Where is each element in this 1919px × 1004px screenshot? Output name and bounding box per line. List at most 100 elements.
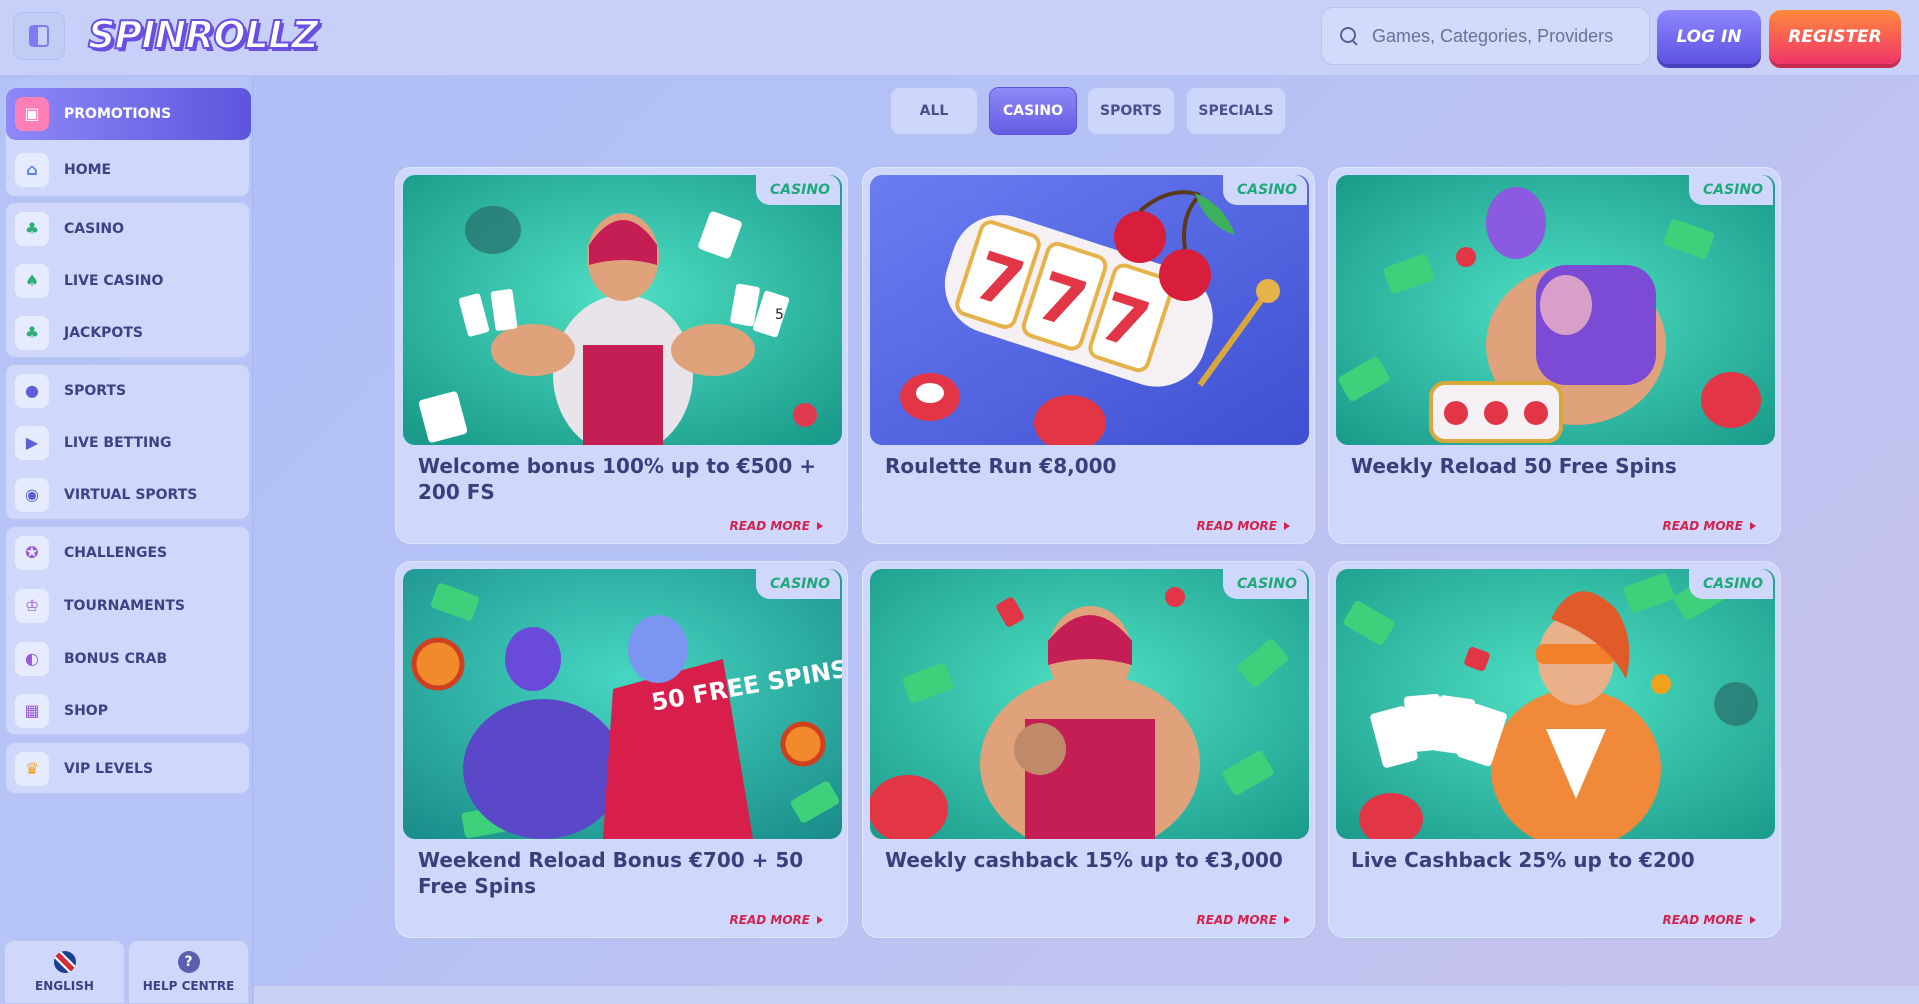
category-badge: CASINO [755, 569, 840, 599]
category-badge: CASINO [1222, 569, 1307, 599]
arrow-right-icon [1750, 522, 1756, 530]
sidebar-item-vip-levels[interactable]: ♛ VIP LEVELS [6, 743, 251, 795]
cards-icon: ♠ [15, 264, 49, 298]
read-more-label: READ MORE [729, 519, 810, 533]
read-more-label: READ MORE [1196, 913, 1277, 927]
read-more-link[interactable]: READ MORE [1197, 519, 1290, 533]
promo-card[interactable]: 5 CASINO Welcome bonus 100% up to €500 +… [395, 167, 848, 544]
sidebar-item-virtual-sports[interactable]: ◉ VIRTUAL SPORTS [6, 469, 251, 521]
help-icon: ? [177, 951, 200, 973]
promo-card[interactable]: CASINO Weekly Reload 50 Free Spins READ … [1328, 167, 1781, 544]
category-badge: CASINO [1688, 569, 1773, 599]
clover-icon: ♣ [15, 212, 49, 246]
read-more-label: READ MORE [1662, 519, 1743, 533]
ball-icon: ● [15, 374, 49, 408]
promo-image-weekly-reload [1336, 175, 1775, 445]
promo-card[interactable]: CASINO Weekly cashback 15% up to €3,000 … [862, 561, 1315, 938]
tab-specials[interactable]: SPECIALS [1186, 87, 1286, 135]
sidebar-item-shop[interactable]: ▦ SHOP [6, 685, 251, 737]
nav-group-extras: ✪ CHALLENGES ♔ TOURNAMENTS ◐ BONUS CRAB … [5, 526, 250, 735]
promo-image-welcome: 5 [403, 175, 842, 445]
arrow-right-icon [1284, 522, 1290, 530]
arrow-right-icon [1284, 916, 1290, 924]
promo-title: Roulette Run €8,000 [885, 454, 1117, 478]
arrow-right-icon [817, 916, 823, 924]
tab-casino[interactable]: CASINO [989, 87, 1077, 135]
tab-sports[interactable]: SPORTS [1087, 87, 1175, 135]
sidebar-item-live-casino[interactable]: ♠ LIVE CASINO [6, 255, 251, 307]
sidebar-item-home[interactable]: ⌂ HOME [6, 144, 251, 196]
sidebar-toggle-icon [29, 25, 49, 47]
sidebar-item-promotions[interactable]: ▣ PROMOTIONS [6, 88, 251, 140]
crown-icon: ♛ [15, 752, 49, 786]
sidebar-item-live-betting[interactable]: ▶ LIVE BETTING [6, 417, 251, 469]
sidebar-item-label: TOURNAMENTS [64, 598, 185, 614]
read-more-label: READ MORE [729, 913, 810, 927]
login-button[interactable]: LOG IN [1657, 10, 1761, 64]
promo-card[interactable]: 777 CASINO Roulette Run €8,000 READ MORE [862, 167, 1315, 544]
sidebar-item-challenges[interactable]: ✪ CHALLENGES [6, 527, 251, 579]
sidebar-item-label: BONUS CRAB [64, 651, 168, 667]
search-input[interactable] [1372, 25, 1642, 47]
tab-all[interactable]: ALL [890, 87, 978, 135]
sidebar: ▣ PROMOTIONS ⌂ HOME ♣ CASINO ♠ LIVE CASI… [0, 77, 253, 1004]
promo-image-live-cashback [1336, 569, 1775, 839]
promo-image-roulette-run: 777 [870, 175, 1309, 445]
register-button[interactable]: REGISTER [1769, 10, 1901, 64]
sidebar-item-tournaments[interactable]: ♔ TOURNAMENTS [6, 580, 251, 632]
sidebar-item-sports[interactable]: ● SPORTS [6, 365, 251, 417]
promo-title: Weekend Reload Bonus €700 + 50 Free Spin… [418, 848, 804, 898]
sidebar-item-jackpots[interactable]: ♣ JACKPOTS [6, 307, 251, 359]
shop-icon: ▦ [15, 694, 49, 728]
gamepad-icon: ◉ [15, 478, 49, 512]
nav-group-main: ▣ PROMOTIONS ⌂ HOME [5, 87, 251, 197]
medal-icon: ✪ [15, 536, 49, 570]
uk-flag-icon [53, 951, 76, 973]
category-badge: CASINO [1688, 175, 1773, 205]
read-more-label: READ MORE [1196, 519, 1277, 533]
arrow-right-icon [1750, 916, 1756, 924]
footer-edge [254, 986, 1919, 1004]
promo-image-weekend-reload: 50 FREE SPINS [403, 569, 842, 839]
card-value-text: 5 [775, 307, 784, 323]
read-more-link[interactable]: READ MORE [1197, 913, 1290, 927]
nav-group-sports: ● SPORTS ▶ LIVE BETTING ◉ VIRTUAL SPORTS [5, 364, 250, 520]
search-icon [1340, 27, 1358, 45]
read-more-link[interactable]: READ MORE [1663, 913, 1756, 927]
sidebar-item-label: PROMOTIONS [64, 106, 172, 122]
read-more-label: READ MORE [1662, 913, 1743, 927]
read-more-link[interactable]: READ MORE [730, 913, 823, 927]
sidebar-item-label: SHOP [64, 703, 108, 719]
nav-group-vip: ♛ VIP LEVELS [5, 742, 250, 794]
promo-title: Weekly cashback 15% up to €3,000 [885, 848, 1283, 872]
spinrollz-logo[interactable]: SPINROLLZ [87, 10, 320, 60]
category-badge: CASINO [1222, 175, 1307, 205]
language-button[interactable]: ENGLISH [4, 940, 125, 1004]
sidebar-item-label: CHALLENGES [64, 545, 168, 561]
sidebar-item-bonus-crab[interactable]: ◐ BONUS CRAB [6, 633, 251, 685]
sidebar-item-label: SPORTS [64, 383, 127, 399]
language-label: ENGLISH [35, 979, 94, 993]
sidebar-item-label: HOME [64, 162, 112, 178]
read-more-link[interactable]: READ MORE [730, 519, 823, 533]
promo-card[interactable]: CASINO Live Cashback 25% up to €200 READ… [1328, 561, 1781, 938]
read-more-link[interactable]: READ MORE [1663, 519, 1756, 533]
sidebar-item-casino[interactable]: ♣ CASINO [6, 203, 251, 255]
sidebar-toggle-button[interactable] [13, 12, 65, 60]
trophy-icon: ♔ [15, 589, 49, 623]
help-centre-button[interactable]: ? HELP CENTRE [128, 940, 249, 1004]
sidebar-item-label: VIP LEVELS [64, 761, 154, 777]
sidebar-item-label: LIVE BETTING [64, 435, 172, 451]
sidebar-item-label: LIVE CASINO [64, 273, 164, 289]
sidebar-item-label: JACKPOTS [64, 325, 143, 341]
arrow-right-icon [817, 522, 823, 530]
promo-title: Weekly Reload 50 Free Spins [1351, 454, 1677, 478]
top-header: SPINROLLZ LOG IN REGISTER [0, 0, 1919, 76]
sidebar-item-label: CASINO [64, 221, 125, 237]
shamrock-icon: ♣ [15, 316, 49, 350]
gift-icon: ▣ [15, 97, 49, 131]
help-centre-label: HELP CENTRE [142, 979, 235, 993]
promo-card[interactable]: 50 FREE SPINS CASINO Weekend Reload Bonu… [395, 561, 848, 938]
search-box[interactable] [1321, 7, 1650, 65]
nav-group-casino: ♣ CASINO ♠ LIVE CASINO ♣ JACKPOTS [5, 202, 250, 358]
